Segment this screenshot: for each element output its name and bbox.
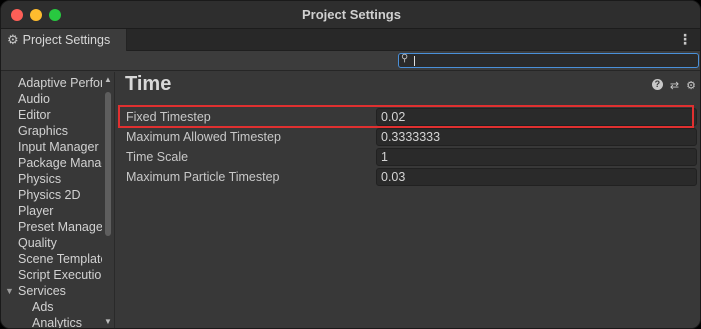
sidebar-item-player[interactable]: Player — [18, 203, 102, 219]
tab-bar: ⚙ Project Settings ⋮ — [1, 29, 700, 51]
search-icon: ⚲ — [401, 53, 409, 64]
header-icons: ? ⇄ ⚙ — [651, 79, 696, 92]
more-options-icon[interactable]: ⋮ — [678, 31, 692, 47]
setting-label: Maximum Allowed Timestep — [126, 130, 281, 144]
maximum-allowed-timestep-field[interactable]: 0.3333333 — [376, 128, 697, 146]
toolbar: ⚲ — [1, 51, 700, 71]
sidebar-item-scene-template[interactable]: Scene Template — [18, 251, 102, 267]
sidebar-scrollbar[interactable]: ▲ ▼ — [102, 72, 114, 328]
scrollbar-thumb[interactable] — [105, 92, 111, 236]
help-icon[interactable]: ? — [651, 79, 663, 90]
settings-sidebar: Adaptive Performance Audio Editor Graphi… — [1, 72, 115, 328]
setting-label: Time Scale — [126, 150, 189, 164]
title-bar[interactable]: Project Settings — [1, 1, 700, 29]
sidebar-item-audio[interactable]: Audio — [18, 91, 102, 107]
window-title: Project Settings — [302, 7, 401, 22]
scroll-up-arrow-icon[interactable]: ▲ — [104, 75, 112, 84]
tab-label: Project Settings — [22, 33, 111, 47]
sidebar-item-preset-manager[interactable]: Preset Manager — [18, 219, 102, 235]
sidebar-item-adaptive-performance[interactable]: Adaptive Performance — [18, 75, 102, 91]
sidebar-item-physics[interactable]: Physics — [18, 171, 102, 187]
setting-row-time-scale: Time Scale 1 — [115, 147, 700, 167]
setting-label: Maximum Particle Timestep — [126, 170, 280, 184]
search-input[interactable]: ⚲ — [398, 53, 699, 68]
sidebar-item-script-execution-order[interactable]: Script Execution Order — [18, 267, 102, 283]
gear-icon: ⚙ — [7, 32, 19, 47]
text-caret — [414, 56, 415, 66]
highlight-box — [118, 105, 694, 128]
sidebar-item-package-manager[interactable]: Package Manager — [18, 155, 102, 171]
setting-row-maximum-particle-timestep: Maximum Particle Timestep 0.03 — [115, 167, 700, 187]
sidebar-item-physics-2d[interactable]: Physics 2D — [18, 187, 102, 203]
sidebar-item-input-manager[interactable]: Input Manager — [18, 139, 102, 155]
project-settings-window: Project Settings ⚙ Project Settings ⋮ ⚲ … — [0, 0, 701, 329]
sidebar-item-services[interactable]: Services — [18, 283, 102, 299]
maximum-particle-timestep-field[interactable]: 0.03 — [376, 168, 697, 186]
setting-row-maximum-allowed-timestep: Maximum Allowed Timestep 0.3333333 — [115, 127, 700, 147]
sliders-icon[interactable]: ⇄ — [670, 79, 679, 92]
page-title: Time — [125, 73, 172, 95]
sidebar-item-editor[interactable]: Editor — [18, 107, 102, 123]
settings-panel: Time ? ⇄ ⚙ Fixed Timestep 0.02 Maximum A… — [115, 72, 700, 328]
tab-project-settings[interactable]: ⚙ Project Settings — [1, 29, 127, 51]
time-scale-field[interactable]: 1 — [376, 148, 697, 166]
sidebar-item-quality[interactable]: Quality — [18, 235, 102, 251]
gear-icon[interactable]: ⚙ — [686, 79, 696, 92]
expand-triangle-icon[interactable]: ▼ — [5, 283, 15, 299]
sidebar-item-graphics[interactable]: Graphics — [18, 123, 102, 139]
scroll-down-arrow-icon[interactable]: ▼ — [104, 317, 112, 326]
